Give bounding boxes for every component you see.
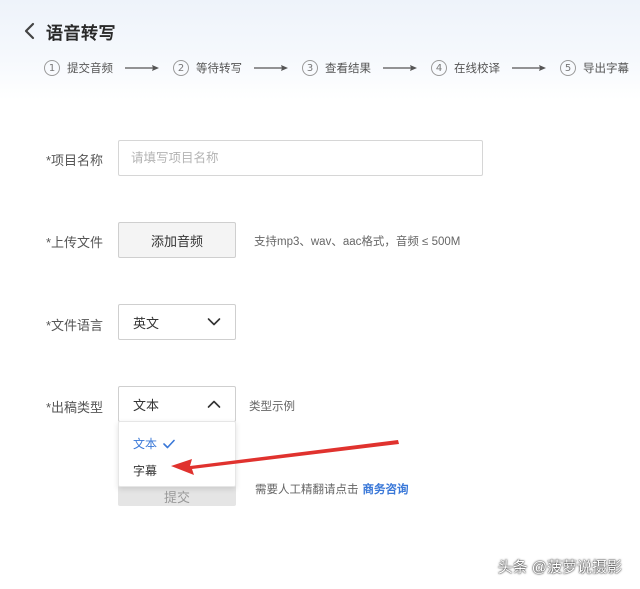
chevron-up-icon	[207, 400, 221, 408]
submit-button-label: 提交	[163, 489, 190, 505]
header-background	[0, 0, 640, 100]
progress-steps: 1 提交音频 2 等待转写 3 查看结果 4 在线校译 5 导出字幕	[44, 58, 629, 78]
arrow-right-icon	[125, 65, 159, 71]
file-language-label: *文件语言	[46, 318, 104, 333]
language-select[interactable]: 英文	[118, 304, 236, 340]
add-audio-button[interactable]: 添加音频	[118, 222, 236, 258]
step-number: 4	[431, 60, 447, 76]
step-label: 在线校译	[454, 63, 500, 75]
upload-file-label: *上传文件	[46, 235, 104, 250]
type-example-link[interactable]: 类型示例	[249, 398, 295, 414]
page-title: 语音转写	[46, 23, 116, 43]
step-submit-audio: 1 提交音频	[44, 60, 113, 76]
project-name-input[interactable]	[118, 140, 483, 176]
step-label: 导出字幕	[583, 63, 629, 75]
option-label: 文本	[133, 437, 158, 451]
project-name-label: *项目名称	[46, 153, 104, 168]
step-export-subtitles: 5 导出字幕	[560, 60, 629, 76]
business-consult-link[interactable]: 商务咨询	[363, 484, 409, 496]
chevron-left-icon	[24, 22, 35, 40]
step-number: 5	[560, 60, 576, 76]
step-label: 提交音频	[67, 63, 113, 75]
output-type-select-value: 文本	[133, 397, 160, 413]
page-header: 语音转写	[18, 18, 116, 44]
output-type-dropdown: 文本 字幕	[118, 421, 236, 487]
dropdown-option-text[interactable]: 文本	[133, 435, 175, 452]
step-number: 2	[173, 60, 189, 76]
dropdown-option-subtitle[interactable]: 字幕	[133, 462, 157, 479]
chevron-down-icon	[207, 318, 221, 326]
consult-text: 需要人工精翻请点击	[255, 484, 359, 496]
step-label: 等待转写	[196, 63, 242, 75]
arrow-right-icon	[512, 65, 546, 71]
step-wait-transcribe: 2 等待转写	[173, 60, 242, 76]
step-number: 1	[44, 60, 60, 76]
manual-translation-hint: 需要人工精翻请点击 商务咨询	[255, 481, 409, 497]
language-select-value: 英文	[133, 315, 160, 331]
output-type-label: *出稿类型	[46, 400, 104, 415]
watermark: 头条 @菠萝说摄影	[497, 559, 622, 576]
arrow-right-icon	[383, 65, 417, 71]
arrow-right-icon	[254, 65, 288, 71]
step-label: 查看结果	[325, 63, 371, 75]
step-view-results: 3 查看结果	[302, 60, 371, 76]
step-online-proofread: 4 在线校译	[431, 60, 500, 76]
back-button[interactable]	[18, 18, 40, 44]
upload-format-hint: 支持mp3、wav、aac格式，音频 ≤ 500M	[254, 236, 461, 248]
check-icon	[163, 439, 175, 448]
output-type-select[interactable]: 文本	[118, 386, 236, 422]
option-label: 字幕	[133, 464, 158, 478]
step-number: 3	[302, 60, 318, 76]
